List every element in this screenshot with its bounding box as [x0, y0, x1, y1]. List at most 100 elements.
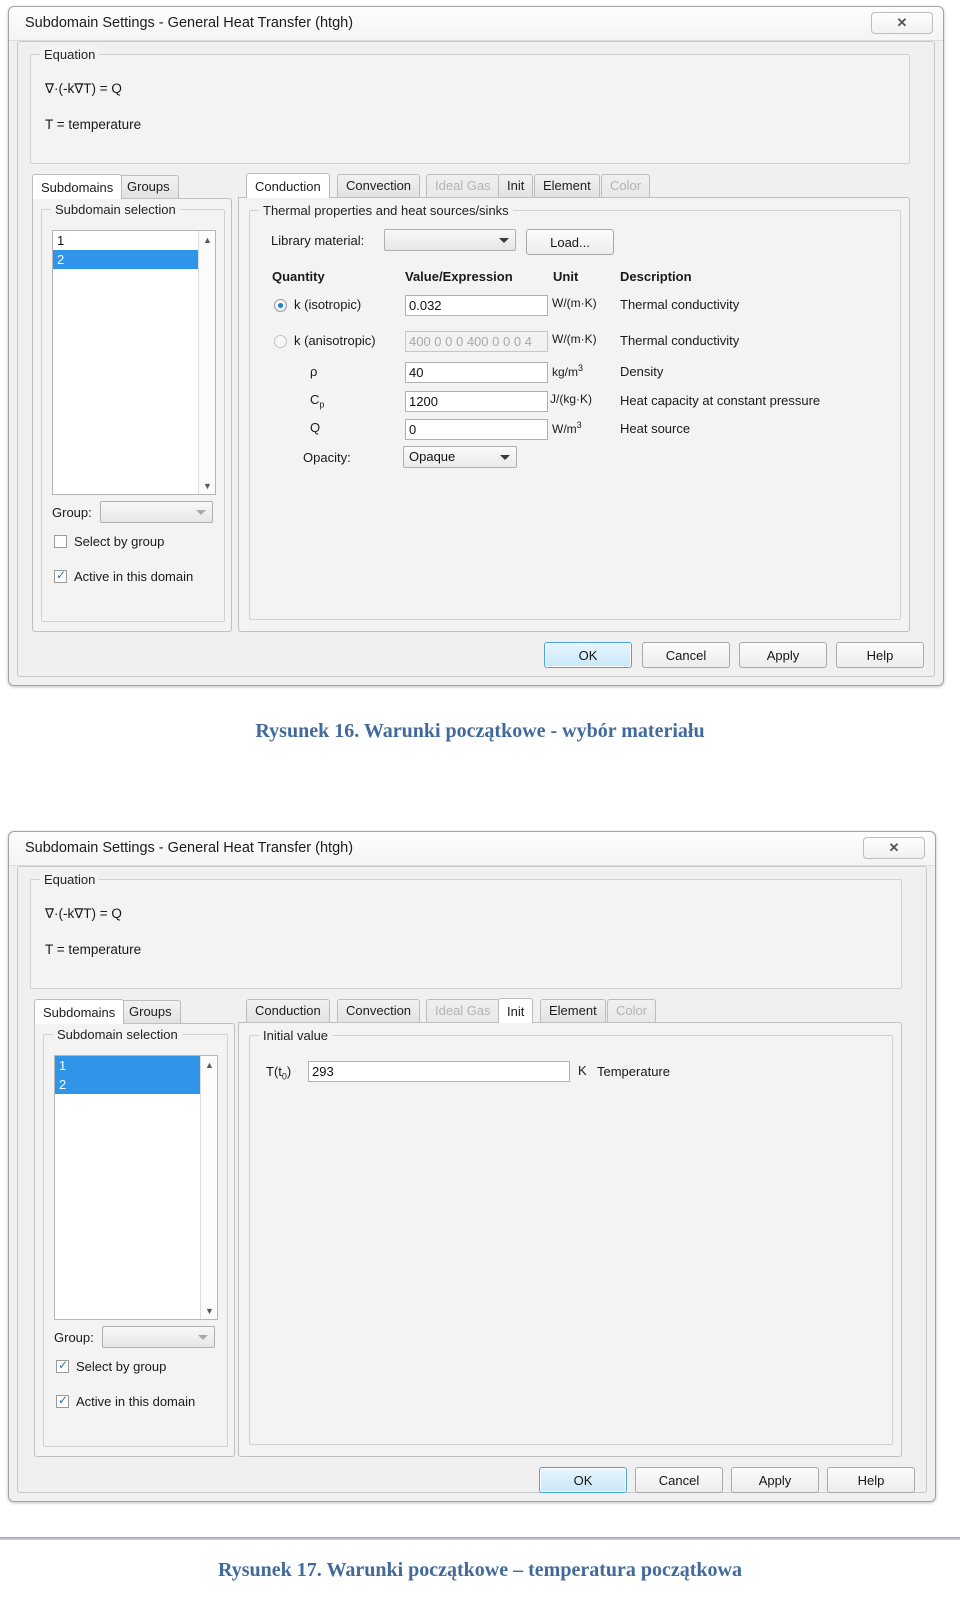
list-item[interactable]: 1 [53, 231, 215, 250]
heat-source-unit: W/m3 [552, 420, 582, 436]
tab-groups[interactable]: Groups [118, 175, 179, 198]
k-isotropic-input[interactable]: 0.032 [405, 295, 548, 316]
ok-button[interactable]: OK [539, 1467, 627, 1493]
tab-subdomains[interactable]: Subdomains [32, 174, 123, 199]
heat-capacity-label: Cp [310, 392, 325, 410]
chevron-down-icon [198, 1335, 208, 1340]
opacity-value: Opaque [409, 449, 456, 464]
cancel-button[interactable]: Cancel [642, 642, 730, 668]
cancel-button[interactable]: Cancel [635, 1467, 723, 1493]
library-material-label: Library material: [271, 233, 365, 248]
header-quantity: Quantity [272, 269, 325, 284]
density-label: ρ [310, 364, 318, 379]
tab-element[interactable]: Element [534, 174, 600, 197]
scroll-up-icon[interactable]: ▲ [199, 231, 215, 248]
initial-temperature-description: Temperature [597, 1064, 670, 1079]
k-anisotropic-unit: W/(m·K) [552, 332, 597, 346]
group-combobox[interactable] [102, 1326, 215, 1348]
dialog2-right-tabstrip[interactable]: Conduction Convection Ideal Gas Init Ele… [246, 998, 666, 1023]
dialog2-left-tabstrip[interactable]: Subdomains Groups [34, 999, 234, 1024]
list-scrollbar[interactable]: ▲ ▼ [198, 231, 215, 494]
apply-button[interactable]: Apply [731, 1467, 819, 1493]
select-by-group-label: Select by group [76, 1359, 167, 1374]
dialog1-equation-line1: ∇·(-k∇T) = Q [45, 81, 122, 96]
thermal-properties-group: Thermal properties and heat sources/sink… [249, 203, 901, 620]
select-by-group-checkbox[interactable] [56, 1358, 69, 1373]
dialog2-right-panel: Initial value T(t0) 293 K Temperature [238, 1022, 902, 1457]
dialog1-right-tabstrip[interactable]: Conduction Convection Ideal Gas Init Ele… [246, 173, 666, 198]
k-isotropic-description: Thermal conductivity [620, 297, 740, 312]
heat-source-label: Q [310, 420, 321, 435]
k-anisotropic-label: k (anisotropic) [294, 333, 376, 348]
heat-capacity-unit: J/(kg·K) [550, 392, 592, 406]
dialog2-equation-legend: Equation [40, 872, 100, 887]
library-material-combobox[interactable] [384, 229, 516, 251]
dialog1-right-panel: Thermal properties and heat sources/sink… [238, 197, 910, 632]
scroll-up-icon[interactable]: ▲ [201, 1056, 217, 1073]
initial-temperature-label: T(t0) [266, 1064, 292, 1082]
tab-color: Color [601, 174, 651, 197]
tab-init[interactable]: Init [498, 174, 534, 197]
scroll-down-icon[interactable]: ▼ [201, 1302, 217, 1319]
list-scrollbar[interactable]: ▲ ▼ [200, 1056, 217, 1319]
ok-button[interactable]: OK [544, 642, 632, 668]
tab-init[interactable]: Init [498, 998, 534, 1023]
close-icon[interactable]: ✕ [871, 12, 933, 34]
subdomain-list[interactable]: 1 2 ▲ ▼ [52, 230, 216, 495]
heat-capacity-description: Heat capacity at constant pressure [620, 393, 821, 408]
dialog1-subdomain-selection-group: Subdomain selection 1 2 ▲ ▼ Group: Selec… [41, 202, 225, 622]
chevron-down-icon [196, 510, 206, 515]
help-button[interactable]: Help [836, 642, 924, 668]
subdomain-settings-dialog-1[interactable]: Subdomain Settings - General Heat Transf… [8, 6, 944, 686]
dialog1-equation-legend: Equation [40, 47, 100, 62]
close-icon[interactable]: ✕ [863, 837, 925, 859]
list-item[interactable]: 1 [55, 1056, 217, 1075]
k-isotropic-radio[interactable] [274, 299, 287, 312]
tab-conduction[interactable]: Conduction [246, 173, 330, 198]
tab-convection[interactable]: Convection [337, 174, 421, 197]
group-label: Group: [54, 1330, 94, 1345]
tab-groups[interactable]: Groups [120, 1000, 181, 1023]
tab-ideal-gas: Ideal Gas [426, 999, 500, 1022]
list-item[interactable]: 2 [53, 250, 215, 269]
dialog1-left-tabstrip[interactable]: Subdomains Groups [32, 174, 232, 199]
load-button[interactable]: Load... [526, 229, 614, 255]
density-input[interactable]: 40 [405, 362, 548, 383]
scroll-down-icon[interactable]: ▼ [199, 477, 215, 494]
active-in-domain-label: Active in this domain [76, 1394, 196, 1409]
dialog2-equation-group: Equation ∇·(-k∇T) = Q T = temperature [30, 872, 902, 989]
select-by-group-checkbox[interactable] [54, 535, 67, 548]
dialog1-titlebar[interactable]: Subdomain Settings - General Heat Transf… [9, 7, 943, 41]
dialog1-equation-group: Equation ∇·(-k∇T) = Q T = temperature [30, 47, 910, 164]
active-in-domain-checkbox[interactable] [56, 1393, 69, 1408]
group-label: Group: [52, 505, 92, 520]
active-in-domain-checkbox[interactable] [54, 568, 67, 583]
tab-ideal-gas: Ideal Gas [426, 174, 500, 197]
initial-temperature-input[interactable]: 293 [308, 1061, 570, 1082]
initial-value-group: Initial value T(t0) 293 K Temperature [249, 1028, 893, 1445]
tab-conduction[interactable]: Conduction [246, 999, 330, 1022]
group-combobox[interactable] [100, 501, 213, 523]
page-divider [0, 1537, 960, 1540]
subdomain-settings-dialog-2[interactable]: Subdomain Settings - General Heat Transf… [8, 831, 936, 1502]
initial-temperature-unit: K [578, 1063, 587, 1078]
tab-subdomains[interactable]: Subdomains [34, 999, 125, 1024]
dialog1-body: Equation ∇·(-k∇T) = Q T = temperature Su… [17, 41, 935, 677]
k-anisotropic-radio[interactable] [274, 335, 287, 348]
k-isotropic-label: k (isotropic) [294, 297, 362, 312]
heat-source-input[interactable]: 0 [405, 419, 548, 440]
chevron-down-icon [499, 238, 509, 243]
tab-convection[interactable]: Convection [337, 999, 421, 1022]
heat-source-description: Heat source [620, 421, 691, 436]
opacity-combobox[interactable]: Opaque [403, 446, 517, 468]
subdomain-list[interactable]: 1 2 ▲ ▼ [54, 1055, 218, 1320]
apply-button[interactable]: Apply [739, 642, 827, 668]
dialog1-title: Subdomain Settings - General Heat Transf… [25, 15, 354, 31]
dialog2-titlebar[interactable]: Subdomain Settings - General Heat Transf… [9, 832, 935, 866]
list-item[interactable]: 2 [55, 1075, 217, 1094]
chevron-down-icon [500, 455, 510, 460]
heat-capacity-input[interactable]: 1200 [405, 391, 548, 412]
help-button[interactable]: Help [827, 1467, 915, 1493]
dialog2-body: Equation ∇·(-k∇T) = Q T = temperature Su… [17, 866, 927, 1493]
tab-element[interactable]: Element [540, 999, 606, 1022]
